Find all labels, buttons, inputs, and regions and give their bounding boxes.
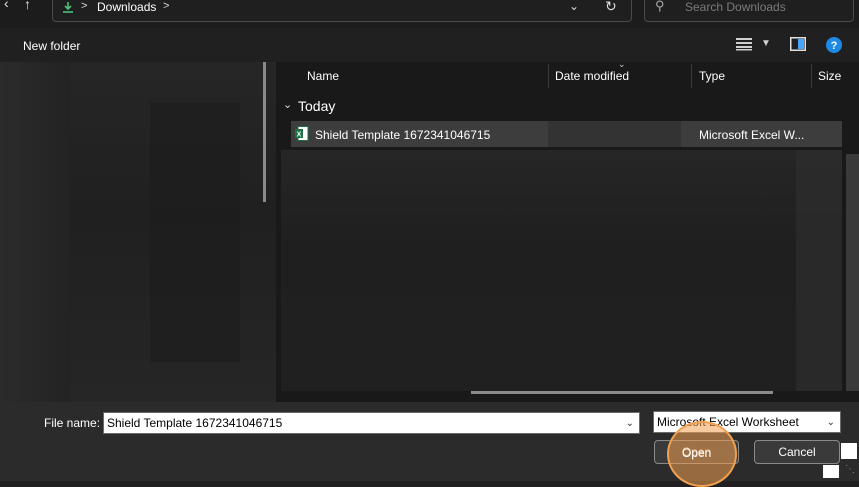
open-button-label: Open [682, 446, 712, 460]
address-toolbar: ‹ ↑ > Downloads > ⌄ ↻ ⚲ Search Downloads [0, 0, 859, 28]
svg-text:X: X [297, 132, 302, 139]
sort-chevron-icon: ⌄ [618, 62, 626, 69]
column-date-modified[interactable]: Date modified [555, 69, 629, 83]
svg-text:?: ? [831, 40, 838, 52]
group-collapse-icon[interactable]: ⌄ [283, 98, 292, 111]
excel-file-icon: X [295, 126, 309, 144]
file-type-cell: Microsoft Excel W... [699, 128, 805, 142]
group-header-today[interactable]: Today [298, 98, 335, 114]
resize-grip-icon[interactable]: ⋱ [845, 464, 855, 475]
address-bar[interactable]: > Downloads > ⌄ ↻ [52, 0, 632, 22]
search-icon: ⚲ [655, 0, 665, 13]
nav-scrollbar[interactable] [263, 62, 266, 202]
dialog-footer: File name: Shield Template 1672341046715… [0, 402, 859, 487]
breadcrumb-downloads[interactable]: Downloads [97, 0, 156, 14]
list-scrollbar[interactable] [846, 154, 859, 391]
refresh-icon[interactable]: ↻ [605, 0, 617, 15]
file-name-label: File name: [44, 416, 101, 430]
column-divider[interactable] [691, 64, 692, 88]
chevron-down-icon[interactable]: ⌄ [626, 414, 634, 434]
file-list[interactable]: Name Date modified ⌄ Type Size ⌄ Today X… [276, 62, 859, 402]
column-divider[interactable] [548, 64, 549, 88]
white-block [823, 465, 839, 478]
cancel-button[interactable]: Cancel [754, 440, 840, 464]
blurred-region [0, 62, 70, 402]
column-name[interactable]: Name [307, 69, 339, 83]
breadcrumb-separator[interactable]: > [163, 0, 169, 12]
arrow-up-icon[interactable]: ↑ [24, 0, 31, 12]
column-divider[interactable] [811, 64, 812, 88]
column-header-row: Name Date modified ⌄ Type Size [276, 62, 859, 89]
new-folder-button[interactable]: New folder [23, 39, 80, 53]
navigation-pane[interactable] [0, 62, 276, 402]
command-bar: New folder ▼ ? [0, 28, 859, 62]
cancel-button-label: Cancel [778, 445, 816, 459]
preview-pane-icon[interactable] [790, 37, 806, 54]
search-placeholder: Search Downloads [685, 0, 786, 14]
column-type[interactable]: Type [699, 69, 725, 83]
blurred-region [796, 150, 842, 391]
blurred-region [150, 102, 240, 362]
file-name-cell: Shield Template 1672341046715 [315, 128, 491, 142]
search-box[interactable]: ⚲ Search Downloads [644, 0, 854, 22]
file-name-value: Shield Template 1672341046715 [107, 416, 283, 430]
file-name-input[interactable]: Shield Template 1672341046715 ⌄ [103, 412, 640, 434]
view-list-icon[interactable] [736, 37, 752, 54]
white-block [841, 443, 857, 459]
table-row[interactable]: X Shield Template 1672341046715 Microsof… [291, 121, 842, 147]
chevron-left-icon[interactable]: ‹ [4, 0, 9, 11]
download-icon [61, 2, 75, 17]
file-type-value: Microsoft Excel Worksheet [657, 415, 799, 429]
blurred-region [281, 150, 842, 391]
chevron-down-icon[interactable]: ⌄ [827, 413, 835, 433]
chevron-down-icon[interactable]: ▼ [761, 38, 771, 49]
chevron-down-icon[interactable]: ⌄ [569, 0, 579, 13]
breadcrumb-separator: > [81, 0, 88, 12]
column-size[interactable]: Size [818, 69, 841, 83]
file-date-cell [548, 121, 681, 147]
horizontal-scrollbar[interactable] [471, 391, 773, 394]
help-icon[interactable]: ? [826, 37, 842, 56]
